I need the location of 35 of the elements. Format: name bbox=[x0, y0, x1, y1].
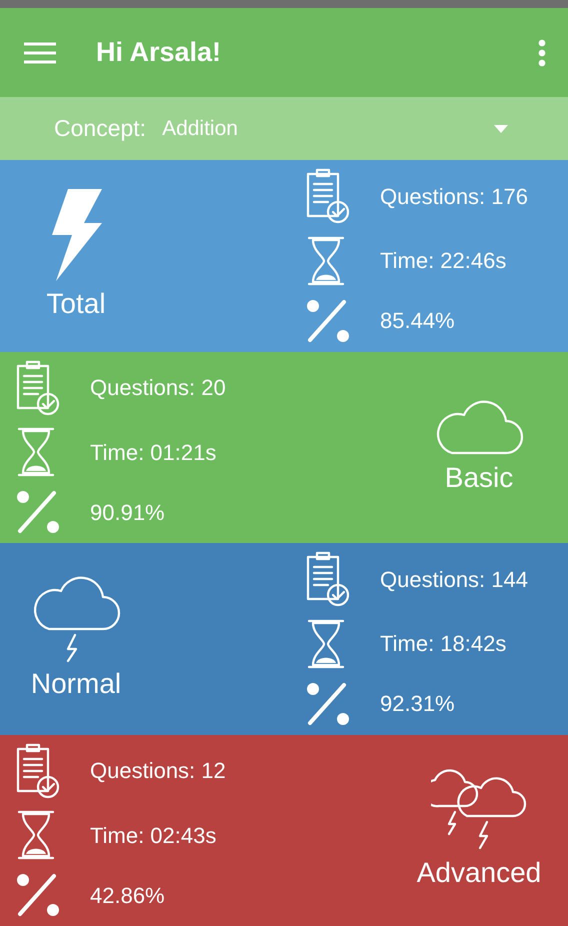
level-name: Advanced bbox=[416, 856, 542, 890]
stat-text: 90.91% bbox=[90, 498, 165, 526]
percent-icon bbox=[16, 489, 60, 535]
dropdown-caret-icon bbox=[494, 124, 508, 132]
percent-icon bbox=[306, 298, 350, 344]
stat-text: Time: 18:42s bbox=[380, 630, 506, 658]
stat-text: Questions: 176 bbox=[380, 182, 528, 210]
concept-value: Addition bbox=[162, 116, 239, 142]
level-name: Total bbox=[46, 286, 106, 321]
hourglass-icon bbox=[16, 426, 56, 478]
hourglass-icon bbox=[306, 618, 346, 670]
stat-text: Questions: 144 bbox=[380, 566, 528, 594]
app-title: Hi Arsala! bbox=[96, 36, 222, 70]
clipboard-icon bbox=[306, 168, 350, 224]
concept-label: Concept: bbox=[54, 114, 146, 144]
stat-text: Time: 02:43s bbox=[90, 822, 216, 850]
level-name: Basic bbox=[444, 461, 514, 496]
clipboard-icon bbox=[16, 360, 60, 416]
stat-text: Time: 22:46s bbox=[380, 247, 506, 276]
percent-icon bbox=[306, 680, 350, 726]
concept-dropdown[interactable]: Addition bbox=[162, 112, 508, 144]
stat-text: 42.86% bbox=[90, 882, 165, 910]
level-name: Normal bbox=[30, 666, 122, 701]
hourglass-icon bbox=[306, 234, 346, 287]
hourglass-icon bbox=[16, 809, 56, 862]
stat-text: 85.44% bbox=[380, 307, 455, 335]
clipboard-icon bbox=[16, 742, 60, 798]
stat-text: Time: 01:21s bbox=[90, 438, 216, 467]
stat-text: Questions: 12 bbox=[90, 757, 226, 785]
stat-text: Questions: 20 bbox=[90, 374, 226, 402]
percent-icon bbox=[16, 872, 60, 918]
clipboard-icon bbox=[306, 551, 350, 607]
stat-text: 92.31% bbox=[380, 690, 455, 718]
more-options-icon[interactable] bbox=[538, 38, 546, 66]
menu-icon[interactable] bbox=[24, 42, 56, 64]
